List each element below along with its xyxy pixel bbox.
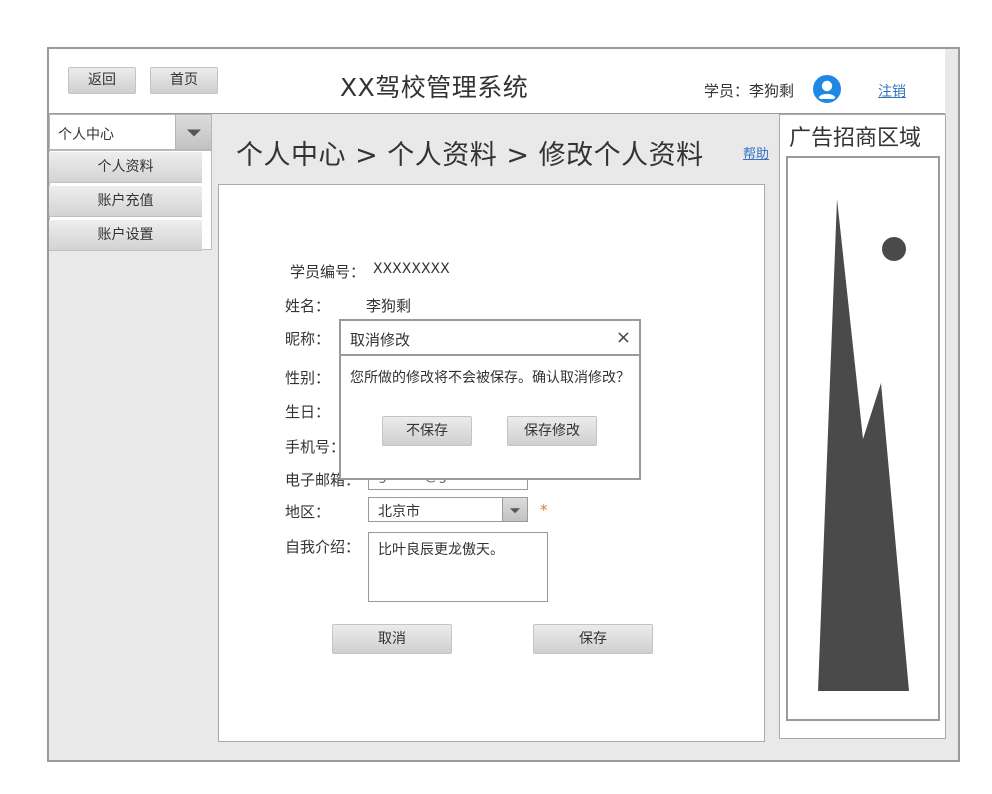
intro-textarea-value: 比叶良辰更龙傲天。 bbox=[378, 542, 504, 558]
sidebar-item-recharge[interactable]: 账户充值 bbox=[49, 186, 202, 217]
user-name-label: 学员：李狗剩 bbox=[704, 82, 795, 100]
save-changes-button[interactable]: 保存修改 bbox=[507, 416, 597, 446]
dialog-title: 取消修改 bbox=[350, 331, 411, 349]
cancel-button[interactable]: 取消 bbox=[332, 624, 452, 654]
app-title: XX驾校管理系统 bbox=[340, 73, 529, 102]
chevron-down-icon[interactable] bbox=[502, 498, 527, 521]
student-id-label: 学员编号： bbox=[290, 263, 366, 281]
save-button[interactable]: 保存 bbox=[533, 624, 653, 654]
dont-save-button[interactable]: 不保存 bbox=[382, 416, 472, 446]
name-value: 李狗剩 bbox=[366, 297, 412, 315]
gender-label: 性别： bbox=[285, 369, 331, 387]
required-mark: * bbox=[540, 501, 548, 519]
help-link[interactable]: 帮助 bbox=[743, 143, 769, 162]
region-label: 地区： bbox=[285, 503, 331, 521]
user-avatar-icon[interactable] bbox=[813, 75, 841, 103]
close-icon[interactable]: × bbox=[616, 327, 631, 348]
intro-label: 自我介绍： bbox=[285, 538, 361, 556]
breadcrumb: 个人中心 > 个人资料 > 修改个人资料 bbox=[236, 140, 704, 171]
image-placeholder-icon bbox=[786, 156, 940, 721]
ad-title: 广告招商区域 bbox=[789, 126, 922, 151]
home-button[interactable]: 首页 bbox=[150, 67, 218, 94]
intro-textarea[interactable]: 比叶良辰更龙傲天。 bbox=[368, 532, 548, 602]
image-placeholder-graphic bbox=[818, 199, 909, 691]
phone-label: 手机号： bbox=[285, 438, 346, 456]
dialog-header: 取消修改 × bbox=[341, 321, 639, 356]
back-button[interactable]: 返回 bbox=[68, 67, 136, 94]
sidebar-item-settings[interactable]: 账户设置 bbox=[49, 220, 202, 251]
region-select[interactable]: 北京市 bbox=[368, 497, 528, 522]
chevron-down-icon[interactable] bbox=[175, 115, 211, 149]
dialog-message: 您所做的修改将不会被保存。确认取消修改？ bbox=[350, 370, 630, 386]
name-label: 姓名： bbox=[285, 297, 331, 315]
birthday-label: 生日： bbox=[285, 403, 331, 421]
cancel-edit-dialog: 取消修改 × 您所做的修改将不会被保存。确认取消修改？ 不保存 保存修改 bbox=[339, 319, 641, 480]
nickname-label: 昵称： bbox=[285, 330, 331, 348]
sidebar-select-value: 个人中心 bbox=[58, 127, 114, 143]
sidebar-item-profile[interactable]: 个人资料 bbox=[49, 152, 202, 183]
sidebar-select[interactable]: 个人中心 bbox=[49, 114, 212, 150]
region-select-value: 北京市 bbox=[378, 504, 420, 520]
logout-link[interactable]: 注销 bbox=[878, 81, 906, 101]
student-id-value: XXXXXXXX bbox=[373, 261, 450, 277]
